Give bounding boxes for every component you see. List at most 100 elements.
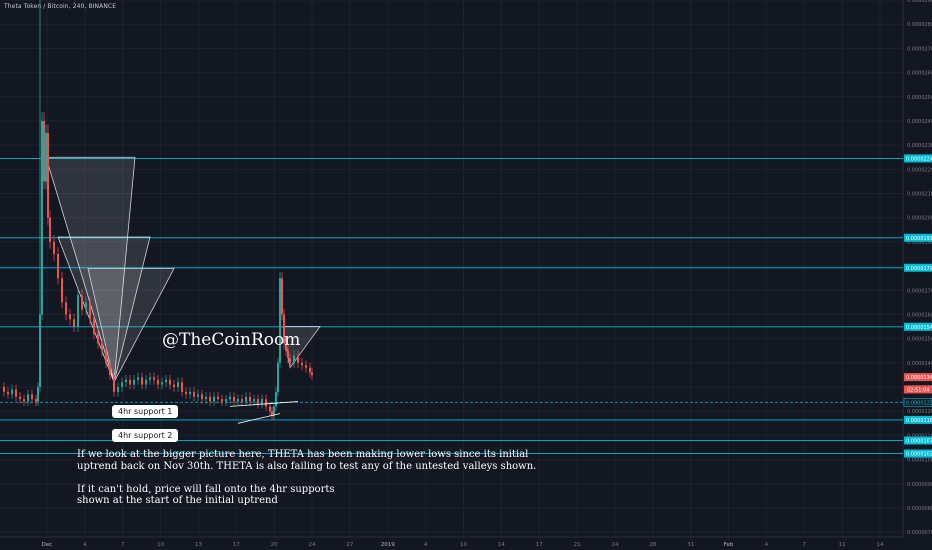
callout-4hr-support-2: 4hr support 2 [112,429,179,442]
price-label-text: 0.00001025 [906,452,932,458]
candle-body [277,362,279,392]
y-tick-label: 0.00001700 [907,288,932,294]
y-tick-label: 0.00001000 [907,458,932,464]
candle-body [197,394,199,397]
candle-body [61,278,63,303]
candle-body [129,379,131,385]
candle-body [177,382,179,388]
x-tick-label: 7 [803,542,807,548]
commentary-line-3: If it can't hold, price will fall onto t… [77,483,335,495]
candle-body [49,217,51,242]
price-label-text: 0.00001917 [906,236,932,242]
candle-body [101,343,103,351]
y-tick-label: 0.00002600 [907,71,932,77]
x-tick-label: Feb [724,542,734,548]
candle-body [3,387,5,392]
candle-body [145,379,147,385]
x-tick-label: 4 [424,542,428,548]
candle-body [269,406,271,412]
candle-body [279,278,281,363]
candle-body [193,391,195,397]
candle-body [205,396,207,400]
candle-body [153,377,155,380]
candle-body [137,377,139,380]
price-label-text: 0.00002245 [906,156,932,162]
candle-body [125,379,127,383]
candle-body [265,399,267,407]
y-tick-label: 0.00002400 [907,119,932,125]
y-tick-label: 0.00000800 [907,506,932,512]
candle-body [117,387,119,392]
candle-body [257,399,259,404]
candle-body [185,391,187,395]
candle-body [297,355,299,363]
candle-body [65,302,67,315]
y-tick-label: 0.00002500 [907,95,932,101]
commentary-text: If we look at the bigger picture here, T… [77,449,536,507]
candle-body [57,253,59,279]
candle-body [181,382,183,392]
y-tick-label: 0.00002800 [907,22,932,28]
y-tick-label: 0.00002700 [907,46,932,52]
x-tick-label: 4 [765,542,769,548]
x-tick-label: 7 [121,542,125,548]
x-tick-label: 27 [346,542,353,548]
y-tick-label: 0.00001600 [907,312,932,318]
candle-body [37,387,39,402]
x-tick-label: 21 [574,542,581,548]
x-tick-label: 10 [157,542,164,548]
candle-body [157,379,159,385]
candle-body [161,382,163,385]
x-tick-label: 31 [687,542,694,548]
callout-4hr-support-1: 4hr support 1 [112,405,179,418]
x-tick-label: 11 [839,542,846,548]
y-tick-label: 0.00001200 [907,409,932,415]
y-tick-label: 0.00001400 [907,361,932,367]
candle-body [41,120,43,315]
x-tick-label: 2019 [381,542,395,548]
candle-body [85,302,87,310]
candle-body [225,399,227,402]
price-label-text: 0.00001079 [906,438,932,444]
candle-body [149,377,151,380]
y-tick-label: 0.00002900 [907,0,932,4]
price-label-text: 0.00001549 [906,325,932,331]
commentary-line-2: uptrend back on Nov 30th. THETA is also … [77,460,537,472]
chart[interactable]: 0.00002900 0.00002800 0.00002700 0.00002600… [0,0,932,550]
candle-body [121,382,123,388]
candle-body [201,394,203,400]
candle-body [15,389,17,397]
candle-body [281,278,283,315]
candle-body [249,396,251,402]
y-tick-label: 0.00002000 [907,216,932,222]
x-tick-label: 14 [877,542,884,548]
candle-body [27,394,29,402]
x-tick-label: 24 [611,542,618,548]
x-tick-label: Dec [42,542,53,548]
candle-body [301,362,303,366]
candle-body [81,295,83,310]
candle-body [229,396,231,400]
candle-body [275,391,277,407]
commentary-line-4: shown at the start of the initial uptren… [77,495,278,506]
x-tick-label: 17 [536,542,543,548]
candle-body [287,350,289,358]
candle-body [217,396,219,400]
candle-body [47,133,49,218]
candle-body [213,396,215,402]
candle-body [69,314,71,320]
candle-body [105,350,107,363]
x-tick-label: 20 [271,542,278,548]
y-tick-label: 0.00000900 [907,482,932,488]
candle-body [7,391,9,395]
y-tick-label: 0.00002200 [907,167,932,173]
candle-body [113,374,115,392]
candle-body [169,379,171,385]
candle-body [221,399,223,402]
candle-body [165,379,167,383]
y-tick-label: 0.00000700 [907,530,932,536]
candle-body [141,377,143,385]
candle-body [305,365,307,368]
chart-title: Theta Token / Bitcoin, 240, BINANCE [4,3,117,10]
candle-body [45,133,47,182]
